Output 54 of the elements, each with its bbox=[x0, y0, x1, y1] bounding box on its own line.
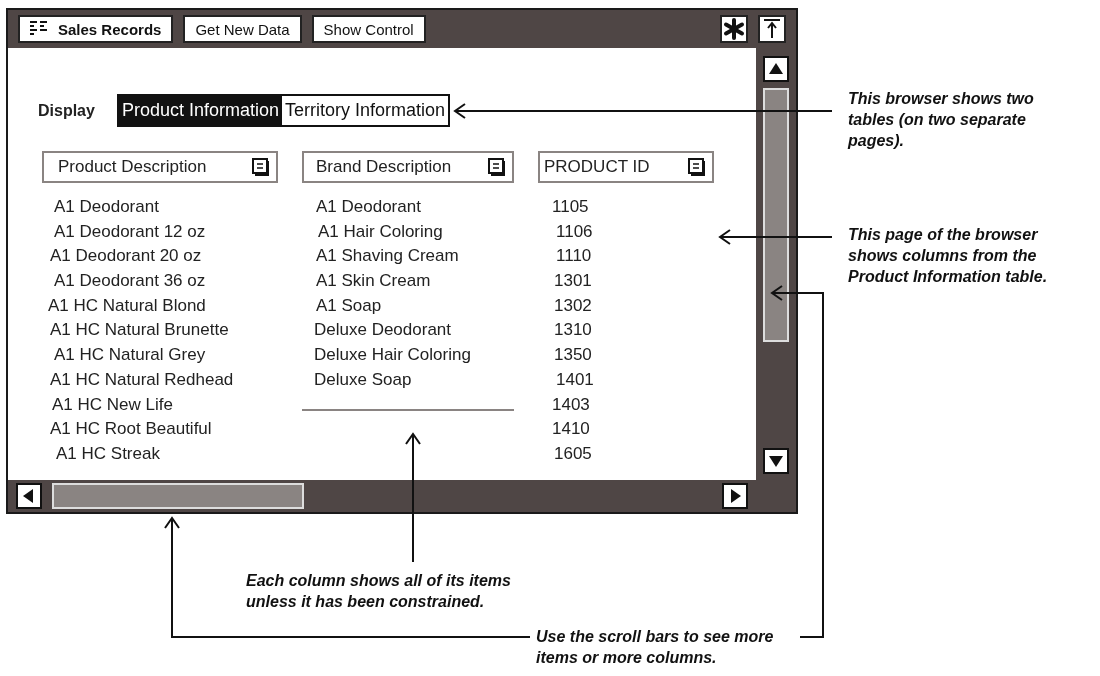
column-item[interactable]: A1 HC Natural Brunette bbox=[42, 318, 278, 344]
scroll-up-icon[interactable] bbox=[763, 56, 789, 82]
column-item[interactable]: A1 HC New Life bbox=[42, 392, 278, 418]
column-item[interactable]: 1105 bbox=[538, 195, 714, 220]
column-header[interactable]: PRODUCT ID bbox=[538, 151, 714, 183]
column-item[interactable]: 1110 bbox=[538, 244, 714, 270]
column-item[interactable]: A1 Deodorant 36 oz bbox=[42, 269, 278, 294]
column-header[interactable]: Product Description bbox=[42, 151, 278, 183]
scroll-down-icon[interactable] bbox=[763, 448, 789, 474]
asterisk-icon[interactable] bbox=[720, 15, 748, 43]
scroll-right-icon[interactable] bbox=[722, 483, 748, 509]
column-item[interactable]: A1 Soap bbox=[302, 293, 514, 319]
column-item[interactable]: 1350 bbox=[538, 343, 714, 368]
constraint-icon[interactable] bbox=[252, 158, 270, 176]
column-item[interactable]: A1 HC Natural Blond bbox=[42, 293, 278, 319]
column-item[interactable]: 1310 bbox=[538, 318, 714, 344]
page-tab[interactable]: Product Information bbox=[118, 96, 282, 125]
column-item[interactable]: 1410 bbox=[538, 417, 714, 442]
column-item[interactable]: A1 Deodorant 20 oz bbox=[42, 244, 278, 270]
scroll-thumb[interactable] bbox=[52, 483, 304, 509]
window-title[interactable]: Sales Records bbox=[18, 15, 174, 43]
column-item[interactable]: 1605 bbox=[538, 441, 714, 467]
column-item[interactable]: A1 Deodorant 12 oz bbox=[42, 219, 278, 245]
column-item[interactable]: A1 HC Root Beautiful bbox=[42, 417, 278, 442]
column-item[interactable]: A1 Skin Cream bbox=[302, 269, 514, 294]
column-item[interactable]: 1401 bbox=[538, 367, 714, 393]
toolbar-button[interactable]: Get New Data bbox=[183, 15, 302, 43]
move-to-top-icon[interactable] bbox=[758, 15, 786, 43]
column-item[interactable]: Deluxe Deodorant bbox=[302, 318, 514, 344]
column-header[interactable]: Brand Description bbox=[302, 151, 514, 183]
scroll-thumb[interactable] bbox=[763, 88, 789, 342]
column-item[interactable]: A1 Deodorant bbox=[302, 195, 514, 220]
column-item[interactable]: 1301 bbox=[538, 269, 714, 294]
column-item[interactable]: 1302 bbox=[538, 293, 714, 319]
annotation-text: This browser shows two tables (on two separate pages). bbox=[848, 89, 1035, 151]
toolbar-button[interactable]: Show Control bbox=[311, 15, 426, 43]
annotation-text: Each column shows all of its items unless it has been constrained. bbox=[246, 571, 512, 612]
column-item[interactable]: A1 HC Streak bbox=[42, 441, 278, 467]
display-label: Display bbox=[38, 101, 95, 120]
constraint-icon[interactable] bbox=[688, 158, 706, 176]
list-icon bbox=[30, 21, 48, 37]
column-item[interactable]: A1 HC Natural Grey bbox=[42, 343, 278, 368]
constraint-icon[interactable] bbox=[488, 158, 506, 176]
column-item[interactable]: A1 Deodorant bbox=[42, 195, 278, 220]
column-item[interactable]: 1106 bbox=[538, 219, 714, 245]
annotation-text: This page of the browser shows columns from the Product Information table. bbox=[848, 225, 1049, 287]
scroll-left-icon[interactable] bbox=[16, 483, 42, 509]
annotation-text: Use the scroll bars to see more items or more columns. bbox=[536, 627, 775, 668]
column-item[interactable]: Deluxe Hair Coloring bbox=[302, 343, 514, 368]
column-item[interactable]: 1403 bbox=[538, 392, 714, 418]
column-item[interactable]: Deluxe Soap bbox=[302, 367, 514, 393]
column-item[interactable]: A1 Shaving Cream bbox=[302, 244, 514, 270]
column-item[interactable]: A1 Hair Coloring bbox=[302, 219, 514, 245]
column-item[interactable]: A1 HC Natural Redhead bbox=[42, 367, 278, 393]
